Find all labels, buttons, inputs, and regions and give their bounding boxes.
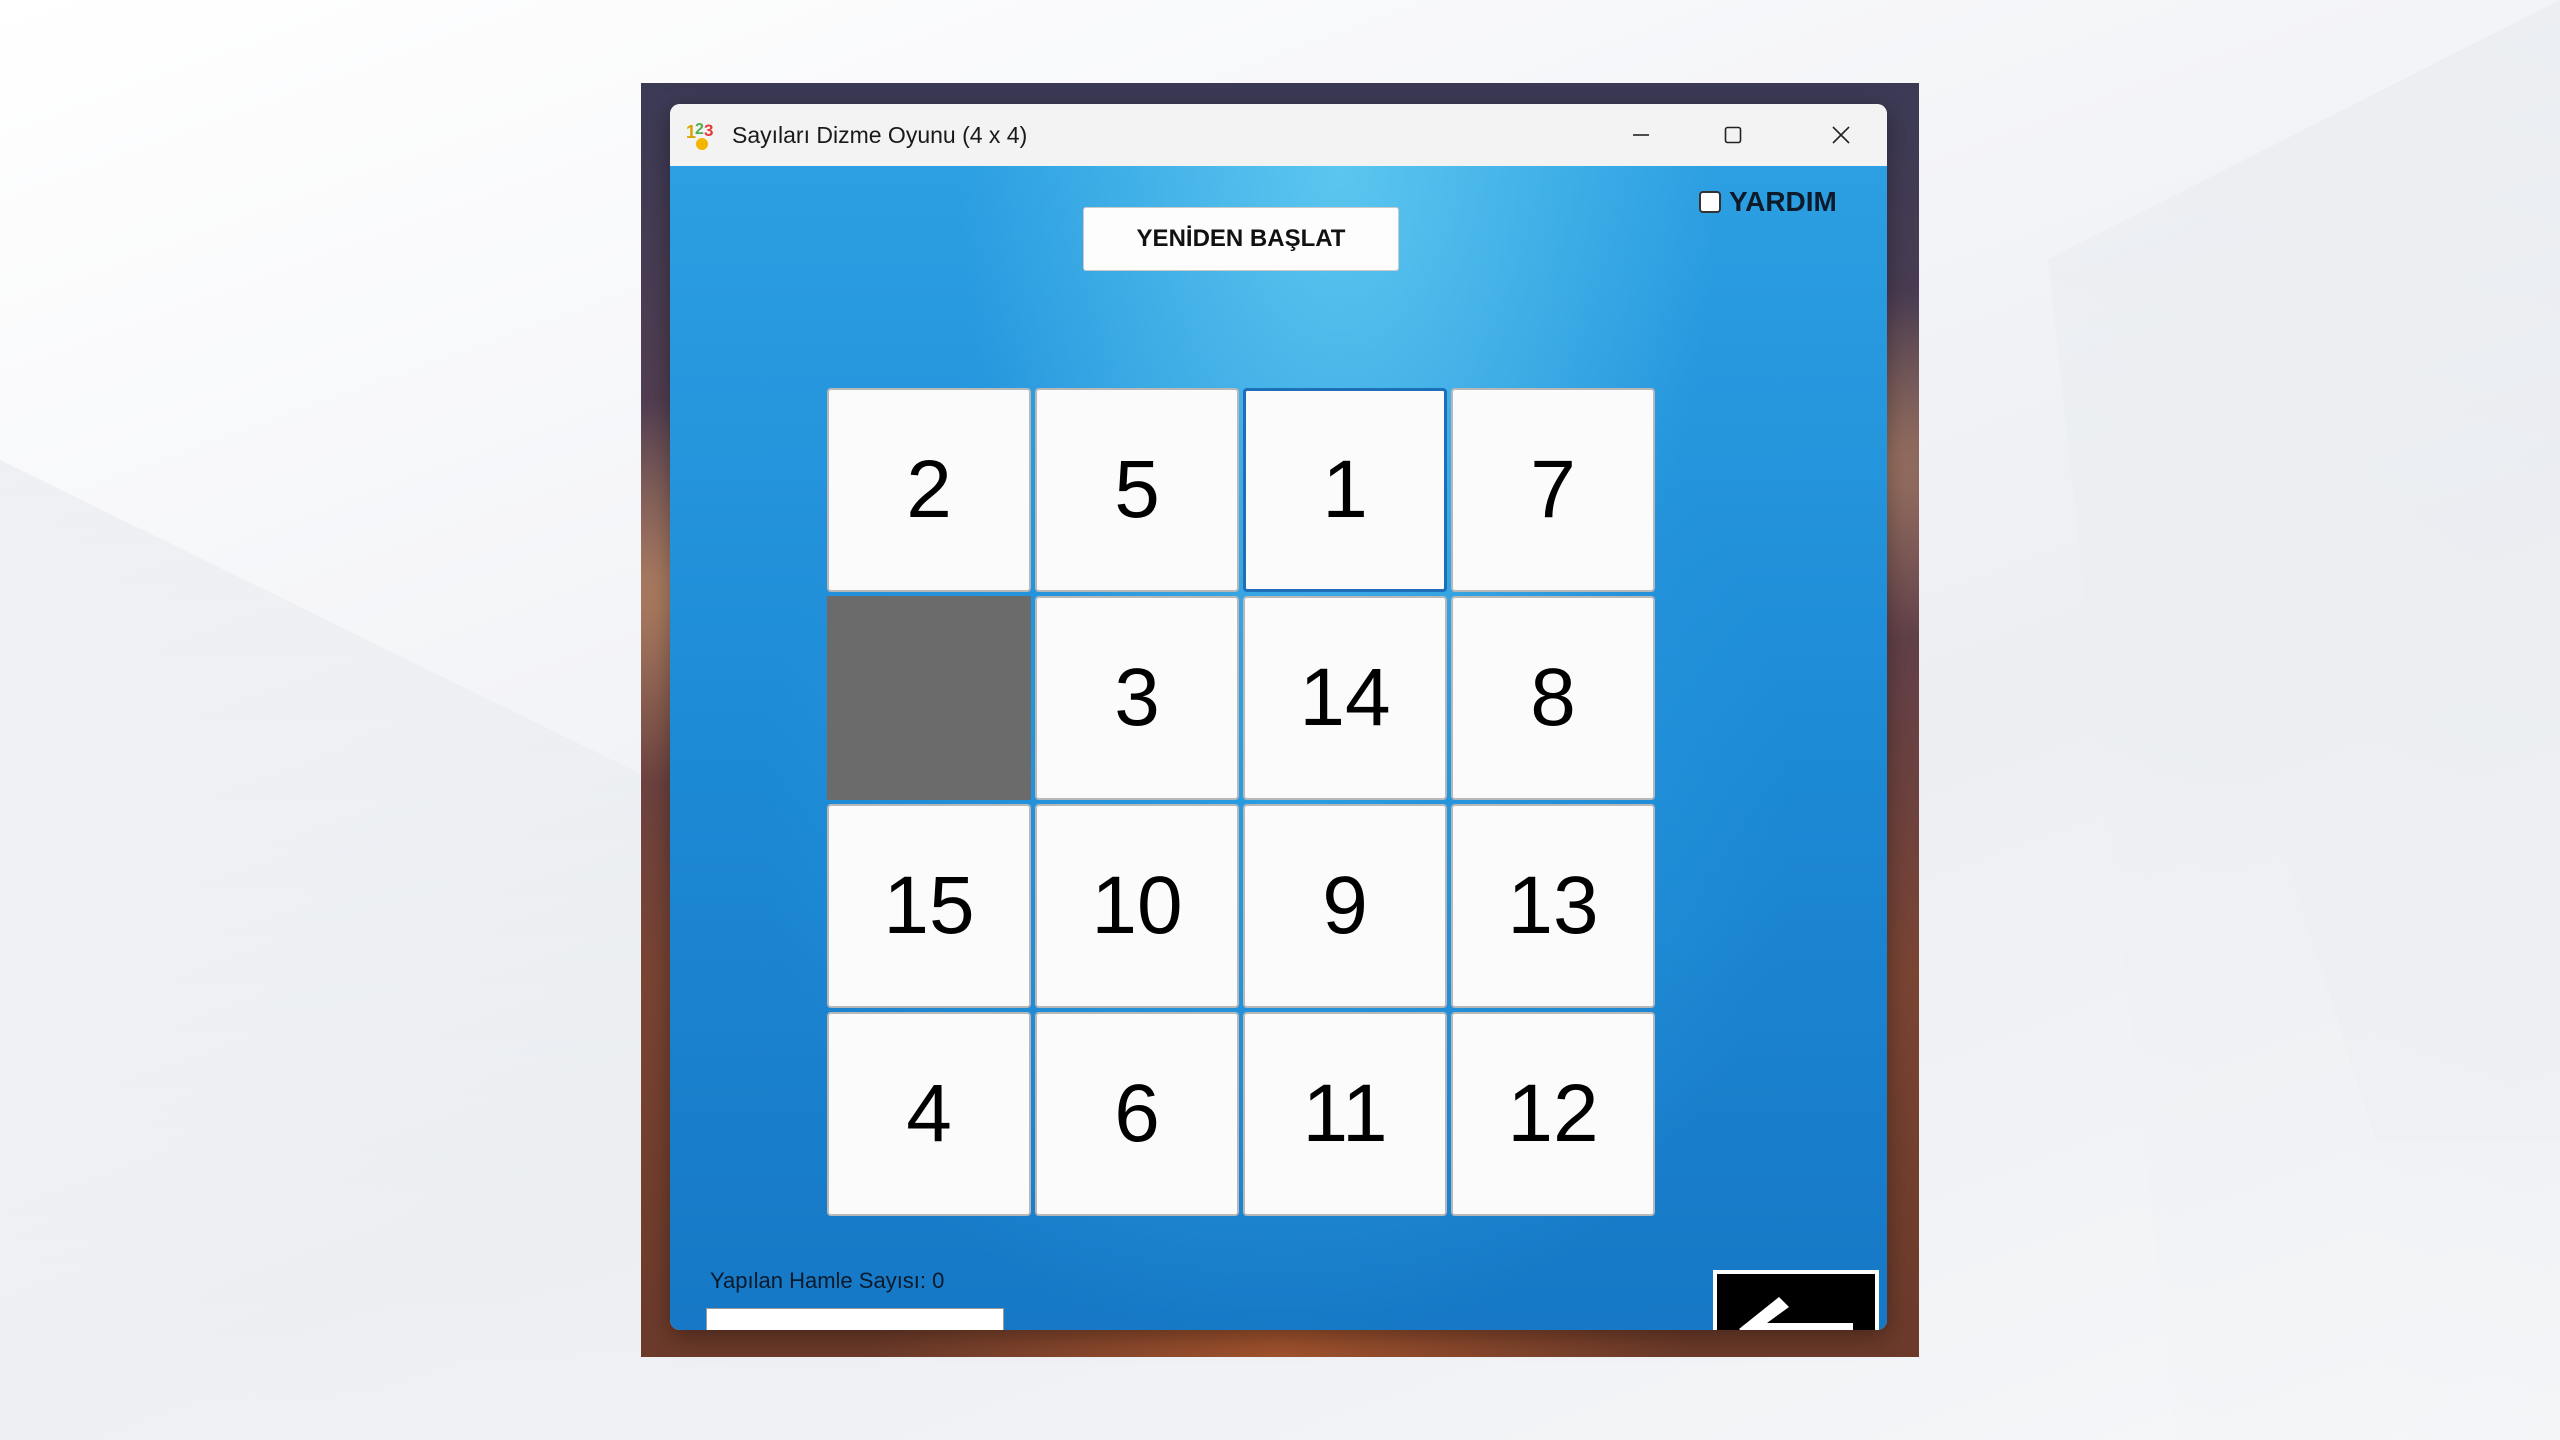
back-button[interactable] (1713, 1270, 1879, 1330)
puzzle-tile[interactable]: 5 (1035, 388, 1239, 592)
help-checkbox[interactable]: YARDIM (1699, 182, 1837, 222)
window-title: Sayıları Dizme Oyunu (4 x 4) (732, 122, 1028, 148)
maximize-icon (1724, 126, 1742, 144)
puzzle-tile[interactable]: 13 (1451, 804, 1655, 1008)
minimize-button[interactable] (1595, 104, 1687, 166)
svg-text:2: 2 (695, 121, 704, 138)
puzzle-tile[interactable]: 14 (1243, 596, 1447, 800)
puzzle-tile[interactable]: 10 (1035, 804, 1239, 1008)
minimize-icon (1633, 134, 1649, 136)
player-name-input[interactable] (706, 1308, 1004, 1330)
close-button[interactable] (1795, 104, 1887, 166)
app-window: 1 2 3 Sayıları Dizme Oyunu (4 x 4) YARDI… (670, 104, 1887, 1330)
move-counter: Yapılan Hamle Sayısı: 0 (710, 1268, 945, 1293)
close-icon (1832, 126, 1850, 144)
title-bar[interactable]: 1 2 3 Sayıları Dizme Oyunu (4 x 4) (670, 104, 1887, 166)
puzzle-board: 2 5 1 7 3 14 8 15 10 9 13 4 6 11 12 (827, 388, 1663, 1224)
puzzle-tile[interactable]: 11 (1243, 1012, 1447, 1216)
puzzle-tile[interactable]: 6 (1035, 1012, 1239, 1216)
svg-text:3: 3 (704, 121, 713, 140)
empty-slot (827, 596, 1031, 800)
puzzle-tile[interactable]: 1 (1243, 388, 1447, 592)
puzzle-tile[interactable]: 2 (827, 388, 1031, 592)
arrow-left-icon (1739, 1297, 1853, 1330)
puzzle-tile[interactable]: 15 (827, 804, 1031, 1008)
help-checkbox-box[interactable] (1699, 191, 1721, 213)
game-area: YARDIM YENİDEN BAŞLAT 2 5 1 7 3 14 8 15 … (670, 166, 1887, 1330)
desktop-facet (0, 460, 640, 1440)
puzzle-tile[interactable]: 8 (1451, 596, 1655, 800)
puzzle-tile[interactable]: 4 (827, 1012, 1031, 1216)
puzzle-tile[interactable]: 3 (1035, 596, 1239, 800)
maximize-button[interactable] (1687, 104, 1779, 166)
puzzle-tile[interactable]: 9 (1243, 804, 1447, 1008)
puzzle-tile[interactable]: 7 (1451, 388, 1655, 592)
puzzle-tile[interactable]: 12 (1451, 1012, 1655, 1216)
help-label: YARDIM (1729, 186, 1837, 217)
back-button-face (1717, 1274, 1875, 1330)
restart-button[interactable]: YENİDEN BAŞLAT (1083, 207, 1399, 271)
app-123-icon: 1 2 3 (686, 121, 713, 150)
